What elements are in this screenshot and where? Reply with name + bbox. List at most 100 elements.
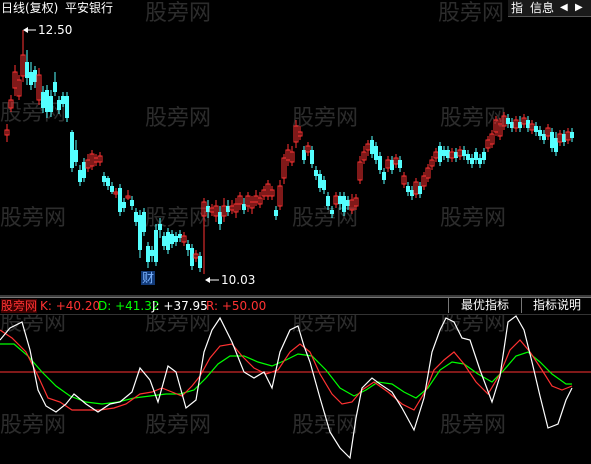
candlestick [178, 230, 182, 242]
candlestick [401, 172, 407, 188]
candlestick [253, 190, 259, 206]
indicator-name[interactable]: 股旁网 [1, 299, 38, 313]
candlestick [233, 198, 239, 218]
indicator-help-button[interactable]: 指标说明 [521, 298, 591, 313]
candlestick-series[interactable] [4, 30, 574, 274]
candlestick [322, 176, 326, 194]
candlestick [85, 154, 91, 172]
candle-body [510, 122, 514, 128]
candlestick [20, 30, 26, 82]
candlestick [186, 240, 190, 256]
candle-body [438, 146, 442, 162]
candle-body [206, 206, 210, 212]
candlestick [406, 182, 410, 196]
candlestick [545, 124, 551, 140]
candlestick [237, 192, 243, 210]
j-value: J: +37.95 [152, 299, 208, 313]
period-label[interactable]: 日线(复权) [1, 1, 58, 15]
candle-body [53, 82, 57, 92]
watermark-text: 股旁网 [0, 101, 66, 126]
candlestick [470, 154, 474, 168]
high-pointer-icon [23, 27, 28, 33]
candle-body [322, 180, 326, 190]
watermark-text: 股旁网 [292, 106, 358, 131]
candlestick [398, 156, 402, 172]
candlestick [314, 166, 318, 180]
candle-body [346, 200, 350, 206]
candle-body [302, 150, 306, 160]
candlestick [506, 114, 510, 128]
candle-body [25, 62, 29, 78]
candle-body [158, 224, 162, 230]
candle-body [41, 92, 45, 108]
candlestick [454, 148, 458, 162]
candlestick [110, 182, 114, 194]
candle-body [446, 150, 450, 158]
candlestick [65, 92, 69, 122]
index-button[interactable]: 指 [511, 1, 523, 15]
candle-body [142, 212, 146, 232]
candlestick [378, 152, 382, 174]
candlestick [70, 130, 74, 172]
candlestick [4, 124, 10, 142]
candle-body [474, 152, 478, 160]
candlestick [442, 146, 446, 160]
candle-body [110, 186, 114, 192]
candlestick [122, 198, 126, 212]
candlestick [357, 156, 363, 184]
candle-body [442, 150, 446, 156]
candlestick [12, 65, 18, 96]
candle-body [166, 232, 170, 250]
candlestick [146, 242, 150, 268]
chart-area[interactable]: 股旁网 股旁网股旁网 股旁网 股旁网 股旁网股旁网 股旁网 股旁网 股旁网股旁网 股旁网 股旁网股… [0, 0, 591, 464]
candlestick [74, 140, 78, 166]
candle-body [57, 100, 61, 110]
candle-body [29, 72, 33, 85]
candlestick [16, 75, 22, 100]
candle-body [378, 156, 382, 170]
info-button[interactable]: 信息 [530, 1, 554, 15]
candlestick [538, 126, 542, 140]
candlestick [310, 146, 314, 168]
d-line [0, 343, 572, 405]
candlestick [285, 144, 291, 166]
candlestick [550, 128, 554, 152]
candlestick [113, 188, 119, 198]
candle-body [146, 246, 150, 262]
candlestick [433, 148, 439, 162]
best-indicator-button[interactable]: 最优指标 [448, 298, 521, 313]
candlestick [281, 154, 287, 184]
candle-body [478, 158, 482, 164]
candle-body [534, 126, 538, 132]
watermark-text: 股旁网 [440, 206, 506, 231]
candlestick [410, 186, 414, 200]
arrow-right-icon[interactable]: ▶ [575, 1, 583, 15]
candlestick [89, 150, 95, 170]
stock-name[interactable]: 平安银行 [65, 1, 113, 15]
watermark-text: 股旁网 [440, 413, 506, 438]
candlestick [393, 154, 399, 168]
candle-body [154, 230, 158, 262]
event-marker-icon[interactable]: 财 [141, 271, 156, 285]
watermark-text: 股旁网 [145, 1, 211, 26]
candle-body [198, 256, 202, 268]
candlestick [170, 230, 174, 248]
candle-body [74, 150, 78, 162]
candle-body [326, 196, 330, 206]
candle-body [82, 162, 86, 178]
candlestick [382, 168, 386, 184]
arrow-left-icon[interactable]: ◀ [560, 1, 568, 15]
candle-body [162, 236, 166, 246]
candlestick [97, 152, 103, 166]
candlestick [418, 182, 422, 198]
candle-body [562, 134, 566, 142]
watermark-text: 股旁网 [145, 106, 211, 131]
low-price-label: 10.03 [221, 273, 256, 287]
watermark-text: 股旁网 [145, 413, 211, 438]
candlestick [213, 200, 219, 222]
candlestick [162, 232, 166, 250]
candlestick [198, 252, 202, 272]
candlestick [25, 50, 29, 85]
candle-body [470, 158, 474, 164]
candle-body [526, 120, 530, 128]
